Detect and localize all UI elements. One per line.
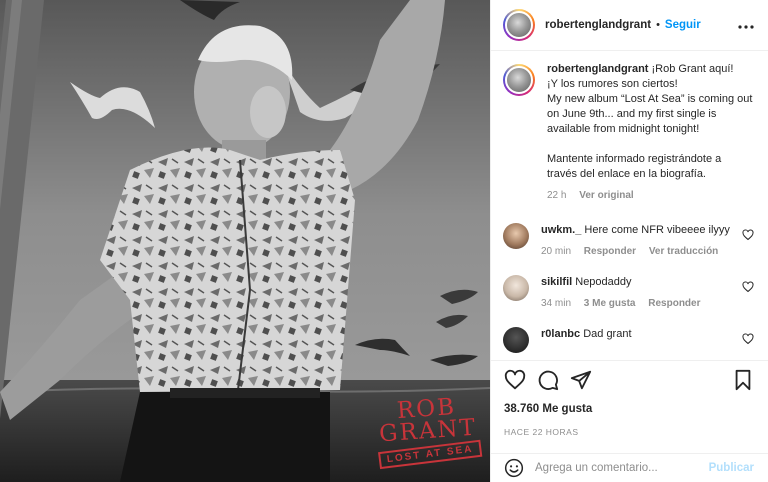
- album-title-stamp: ROB GRANT LOST AT SEA: [371, 394, 485, 470]
- bookmark-icon[interactable]: [732, 369, 754, 391]
- commenter-avatar[interactable]: [503, 327, 529, 353]
- reply-button[interactable]: Responder: [584, 246, 636, 257]
- more-options-icon[interactable]: [738, 16, 754, 34]
- post-sidebar: robertenglandgrant • Seguir robertenglan…: [490, 0, 768, 482]
- commenter-avatar[interactable]: [503, 223, 529, 249]
- post-caption: robertenglandgrant ¡Rob Grant aquí! ¡Y l…: [503, 62, 754, 203]
- comments-list[interactable]: robertenglandgrant ¡Rob Grant aquí! ¡Y l…: [491, 52, 768, 356]
- comment-likes-count[interactable]: 3 Me gusta: [584, 298, 636, 309]
- header-separator: •: [656, 19, 660, 31]
- comment-like-heart-icon[interactable]: [742, 281, 754, 293]
- post-actions: 38.760 Me gusta HACE 22 HORAS: [491, 360, 768, 437]
- author-avatar[interactable]: [503, 9, 535, 41]
- comment-text: Dad grant: [583, 328, 632, 340]
- likes-count[interactable]: 38.760 Me gusta: [504, 403, 754, 415]
- comment-body: uwkm._ Here come NFR vibeeee ilyyy 20 mi…: [541, 223, 736, 259]
- caption-line-5: Mantente informado registrándote a travé…: [547, 153, 722, 180]
- author-username[interactable]: robertenglandgrant: [545, 19, 651, 31]
- share-icon[interactable]: [570, 369, 592, 391]
- comment-username[interactable]: uwkm._: [541, 224, 581, 236]
- caption-meta: 22 h Ver original: [547, 188, 754, 203]
- add-comment-bar: Publicar: [491, 453, 768, 482]
- comment-username[interactable]: sikilfil: [541, 276, 572, 288]
- comment-time: 34 min: [541, 298, 572, 309]
- comment-text: Nepodaddy: [575, 276, 632, 288]
- heart-icon[interactable]: [504, 369, 526, 391]
- post-header: robertenglandgrant • Seguir: [491, 0, 768, 51]
- caption-time[interactable]: 22 h: [547, 190, 566, 201]
- reply-button[interactable]: Responder: [648, 298, 700, 309]
- comment-like-heart-icon[interactable]: [742, 333, 754, 345]
- caption-line-1: ¡Rob Grant aquí!: [651, 63, 734, 75]
- caption-line-3: My new album “Lost At Sea” is coming out…: [547, 93, 753, 135]
- caption-username[interactable]: robertenglandgrant: [547, 63, 648, 75]
- caption-line-2: ¡Y los rumores son ciertos!: [547, 78, 678, 90]
- comment-item: r0lanbc Dad grant: [503, 327, 754, 353]
- comment-meta: 20 min Responder Ver traducción: [541, 244, 736, 259]
- translate-button[interactable]: Ver traducción: [649, 246, 718, 257]
- caption-body: robertenglandgrant ¡Rob Grant aquí! ¡Y l…: [547, 62, 754, 203]
- comment-body: r0lanbc Dad grant: [541, 327, 736, 342]
- publish-button[interactable]: Publicar: [709, 462, 754, 474]
- comment-icon[interactable]: [537, 369, 559, 391]
- action-icons-row: [504, 361, 754, 399]
- caption-line-4: [547, 137, 754, 152]
- follow-button[interactable]: Seguir: [665, 19, 701, 31]
- comment-input[interactable]: [535, 462, 709, 474]
- comment-body: sikilfil Nepodaddy 34 min 3 Me gusta Res…: [541, 275, 736, 311]
- caption-avatar[interactable]: [503, 64, 535, 96]
- post-photo[interactable]: ROB GRANT LOST AT SEA: [0, 0, 490, 482]
- comment-username[interactable]: r0lanbc: [541, 328, 580, 340]
- commenter-avatar[interactable]: [503, 275, 529, 301]
- comment-item: sikilfil Nepodaddy 34 min 3 Me gusta Res…: [503, 275, 754, 311]
- comment-meta: 34 min 3 Me gusta Responder: [541, 296, 736, 311]
- emoji-icon[interactable]: [504, 458, 524, 478]
- comment-time: 20 min: [541, 246, 572, 257]
- comment-text: Here come NFR vibeeee ilyyy: [584, 224, 730, 236]
- see-original-link[interactable]: Ver original: [579, 190, 633, 201]
- comment-item: uwkm._ Here come NFR vibeeee ilyyy 20 mi…: [503, 223, 754, 259]
- posted-time: HACE 22 HORAS: [504, 427, 579, 437]
- comment-like-heart-icon[interactable]: [742, 229, 754, 241]
